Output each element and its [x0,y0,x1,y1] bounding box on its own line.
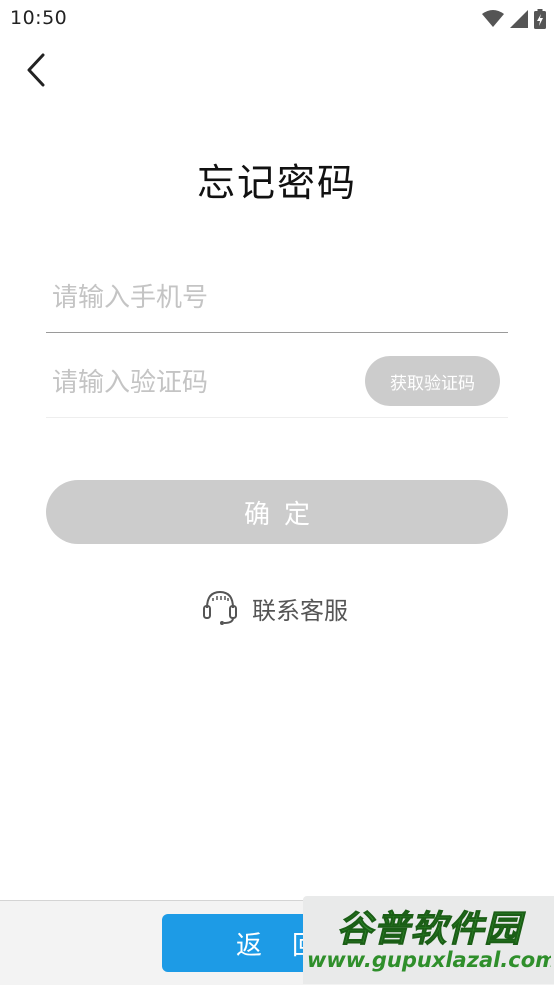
confirm-button[interactable]: 确定 [46,480,508,544]
watermark-url: www.gupuxlazal.com [307,948,551,972]
code-input[interactable] [52,361,352,405]
phone-input[interactable] [52,276,352,320]
phone-row [46,262,508,333]
back-button[interactable] [16,50,56,94]
code-row: 获取验证码 [46,347,508,418]
headset-icon [200,586,240,630]
page-title: 忘记密码 [196,161,357,205]
cell-signal-icon [510,10,528,28]
contact-support-label: 联系客服 [252,596,348,625]
status-bar: 10:50 [0,0,554,38]
watermark-title: 谷普软件园 [336,909,522,951]
status-time: 10:50 [10,7,68,29]
status-icons [482,8,546,30]
chevron-left-icon [25,53,47,91]
contact-support-link[interactable]: 联系客服 [200,586,348,630]
get-code-button[interactable]: 获取验证码 [365,356,500,406]
watermark: 谷普软件园 www.gupuxlazal.com [303,896,554,984]
battery-charging-icon [534,9,546,29]
wifi-icon [482,10,504,28]
